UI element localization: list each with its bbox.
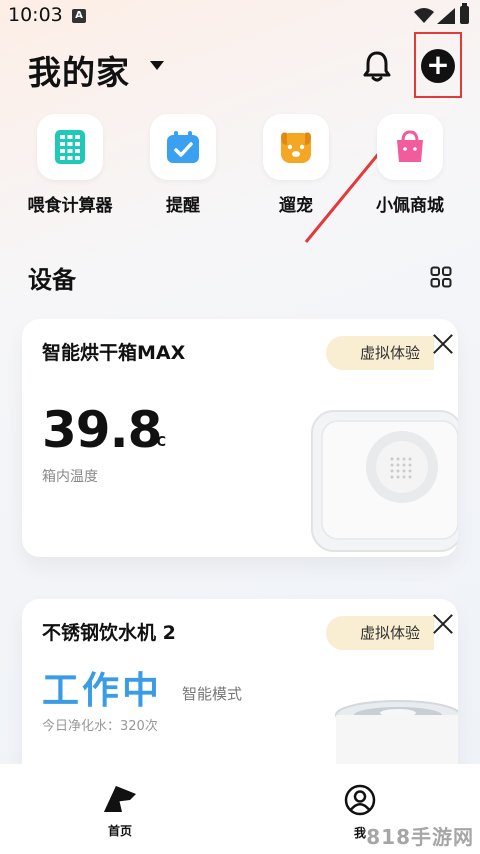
device-card-fountain[interactable]: 不锈钢饮水机 2 虚拟体验 工作中 智能模式 今日净化水：320次 xyxy=(22,599,458,769)
dog-icon xyxy=(281,132,311,163)
temperature-value: 39.8 xyxy=(42,401,162,459)
shortcut-tile xyxy=(37,114,103,180)
add-device-button[interactable]: + xyxy=(414,32,462,98)
watermark: 818手游网 xyxy=(366,825,474,849)
calendar-check-icon xyxy=(167,131,199,163)
battery-icon xyxy=(460,3,469,24)
shortcut-feeding-calculator[interactable]: 喂食计算器 xyxy=(20,114,120,216)
shortcut-label: 遛宠 xyxy=(279,196,313,216)
virtual-experience-badge[interactable]: 虚拟体验 xyxy=(326,616,434,650)
plus-icon: + xyxy=(421,49,455,83)
shortcut-reminder[interactable]: 提醒 xyxy=(133,114,233,216)
home-title[interactable]: 我的家 xyxy=(28,46,130,94)
calculator-icon xyxy=(55,130,85,164)
close-icon[interactable] xyxy=(430,611,456,637)
dryer-device-image xyxy=(311,410,458,552)
working-status: 工作中 xyxy=(42,669,162,712)
wifi-icon xyxy=(414,8,434,23)
bell-icon[interactable] xyxy=(362,50,392,82)
dropdown-arrow-icon[interactable] xyxy=(150,61,164,70)
nav-home[interactable]: 首页 xyxy=(60,784,180,839)
shortcut-label: 小佩商城 xyxy=(376,196,444,216)
nav-home-label: 首页 xyxy=(107,824,132,838)
device-card-dryer[interactable]: 智能烘干箱MAX 虚拟体验 39.8 °C 箱内温度 xyxy=(22,319,458,557)
close-icon[interactable] xyxy=(430,331,456,357)
temperature-unit: °C xyxy=(150,435,167,450)
virtual-experience-badge[interactable]: 虚拟体验 xyxy=(326,336,434,370)
status-time: 10:03 xyxy=(8,4,63,26)
profile-icon xyxy=(344,784,376,816)
shortcut-tile xyxy=(377,114,443,180)
shortcut-tile xyxy=(150,114,216,180)
shortcut-label: 喂食计算器 xyxy=(27,196,113,216)
shortcut-label: 提醒 xyxy=(166,196,200,216)
notification-a-icon: A xyxy=(72,9,86,23)
device-name: 不锈钢饮水机 2 xyxy=(42,622,176,644)
device-name: 智能烘干箱MAX xyxy=(42,342,186,364)
shortcut-pet-walk[interactable]: 遛宠 xyxy=(246,114,346,216)
grid-view-icon[interactable] xyxy=(430,266,452,288)
shortcut-petkit-mall[interactable]: 小佩商城 xyxy=(360,114,460,216)
devices-title: 设备 xyxy=(28,266,76,294)
signal-icon xyxy=(437,8,455,24)
mode-label: 智能模式 xyxy=(182,685,243,703)
shopping-bag-icon xyxy=(397,130,423,162)
shortcut-tile xyxy=(263,114,329,180)
purify-count: 今日净化水：320次 xyxy=(42,719,158,734)
fountain-device-image xyxy=(335,700,458,769)
temperature-label: 箱内温度 xyxy=(42,469,98,485)
home-logo-icon xyxy=(104,786,136,812)
